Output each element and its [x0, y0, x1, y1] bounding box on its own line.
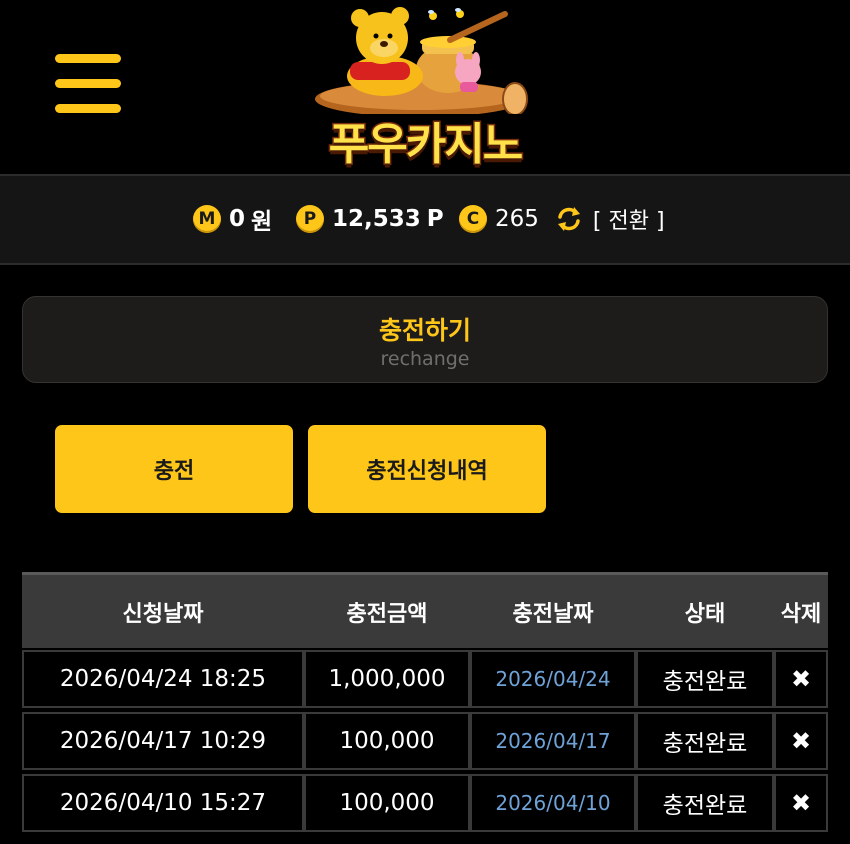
amount-cell: 1,000,000 [304, 650, 470, 708]
header-charged-date: 충전날짜 [512, 601, 594, 627]
status-cell: 충전완료 [636, 774, 774, 832]
money-value: 0 [229, 206, 246, 232]
section-subtitle: rechange [380, 348, 470, 370]
money-coin-icon: M [193, 205, 221, 233]
point-unit: P [426, 206, 444, 232]
table-header: 신청날짜 충전금액 충전날짜 상태 삭제 [22, 572, 828, 648]
header: 푸우카지노 [0, 0, 850, 174]
section-header: 충전하기 rechange [22, 296, 828, 383]
header-delete: 삭제 [780, 601, 822, 627]
point-value: 12,533 [332, 206, 421, 232]
convert-button[interactable]: [ 전환 ] [593, 203, 665, 235]
charged-date-cell: 2026/04/10 [470, 774, 636, 832]
coin-value: 265 [495, 206, 539, 232]
charge-button[interactable]: 충전 [55, 425, 293, 513]
header-amount: 충전금액 [346, 601, 428, 627]
section-title: 충전하기 [378, 316, 471, 345]
delete-icon[interactable]: ✖ [774, 712, 828, 770]
point-balance: P 12,533 P [296, 203, 444, 235]
delete-icon[interactable]: ✖ [774, 774, 828, 832]
header-requested-date: 신청날짜 [122, 601, 204, 627]
charge-history-button[interactable]: 충전신청내역 [308, 425, 546, 513]
amount-cell: 100,000 [304, 712, 470, 770]
table-row: 2026/04/17 10:29 100,000 2026/04/17 충전완료… [22, 710, 828, 772]
money-unit: 원 [251, 209, 273, 235]
logo-illustration [315, 7, 528, 117]
header-status: 상태 [684, 601, 726, 627]
table-row: 2026/04/10 15:27 100,000 2026/04/10 충전완료… [22, 772, 828, 834]
balance-bar: M 0 원 P 12,533 P C 265 [ 전환 ] [0, 174, 850, 265]
delete-icon[interactable]: ✖ [774, 650, 828, 708]
charged-date-cell: 2026/04/24 [470, 650, 636, 708]
table-row: 2026/04/24 18:25 1,000,000 2026/04/24 충전… [22, 648, 828, 710]
status-cell: 충전완료 [636, 650, 774, 708]
charge-history-table: 신청날짜 충전금액 충전날짜 상태 삭제 2026/04/24 18:25 1,… [22, 572, 828, 834]
requested-date-cell: 2026/04/10 15:27 [22, 774, 304, 832]
status-cell: 충전완료 [636, 712, 774, 770]
site-logo[interactable]: 푸우카지노 [300, 4, 550, 172]
hamburger-menu-icon[interactable] [55, 54, 121, 114]
point-coin-icon: P [296, 205, 324, 233]
requested-date-cell: 2026/04/17 10:29 [22, 712, 304, 770]
requested-date-cell: 2026/04/24 18:25 [22, 650, 304, 708]
money-balance: M 0 원 [193, 203, 272, 235]
c-coin-icon: C [459, 205, 487, 233]
amount-cell: 100,000 [304, 774, 470, 832]
refresh-icon[interactable] [555, 205, 583, 233]
charged-date-cell: 2026/04/17 [470, 712, 636, 770]
logo-text: 푸우카지노 [327, 118, 524, 172]
coin-balance: C 265 [ 전환 ] [459, 203, 665, 235]
